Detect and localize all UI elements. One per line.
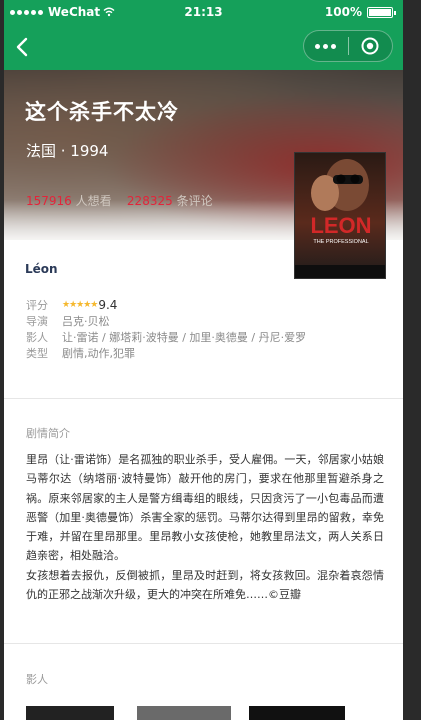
- rating-row: 评分 ★★★★★ 9.4: [26, 297, 306, 313]
- original-title: Léon: [25, 262, 58, 276]
- cast-value: 让·雷诺 / 娜塔莉·波特曼 / 加里·奥德曼 / 丹尼·爱罗: [62, 331, 307, 344]
- poster-image: LEON THE PROFESSIONAL: [295, 153, 385, 278]
- movie-country-year: 法国 · 1994: [26, 142, 109, 160]
- more-dots-icon: [315, 43, 337, 49]
- cast-section-heading: 影人: [26, 673, 48, 686]
- cast-row: 影人 让·雷诺 / 娜塔莉·波特曼 / 加里·奥德曼 / 丹尼·爱罗: [26, 329, 306, 345]
- target-close-icon: [361, 37, 379, 55]
- synopsis-paragraph: 女孩想着去报仇，反倒被抓，里昂及时赶到，将女孩救回。混杂着哀怨情仇的正邪之战渐次…: [26, 568, 384, 602]
- movie-stats: 157916 人想看 228325 条评论: [26, 192, 213, 209]
- close-button[interactable]: [348, 36, 392, 56]
- cast-photo[interactable]: [137, 706, 231, 720]
- rating-stars-icon: ★★★★★: [62, 300, 98, 310]
- cast-label: 影人: [26, 331, 48, 344]
- movie-info: 评分 ★★★★★ 9.4 导演 吕克·贝松 影人 让·雷诺 / 娜塔莉·波特曼 …: [26, 297, 306, 361]
- battery-group: 100%: [324, 5, 396, 19]
- director-label: 导演: [26, 315, 48, 328]
- mini-program-capsule: [303, 30, 393, 62]
- navigation-bar: [4, 24, 403, 70]
- director-value: 吕克·贝松: [62, 315, 110, 328]
- cast-photo[interactable]: [26, 706, 114, 720]
- comment-label: 条评论: [176, 194, 213, 208]
- more-button[interactable]: [304, 43, 348, 49]
- section-divider: [4, 398, 403, 399]
- rating-value: 9.4: [98, 298, 118, 312]
- movie-title: 这个杀手不太冷: [25, 100, 179, 124]
- wish-label: 人想看: [75, 194, 112, 208]
- back-button[interactable]: [12, 35, 34, 59]
- comment-count: 228325: [126, 194, 173, 208]
- director-row: 导演 吕克·贝松: [26, 313, 306, 329]
- genre-label: 类型: [26, 347, 48, 360]
- cast-photo[interactable]: [249, 706, 345, 720]
- synopsis-body: 里昂（让·雷诺饰）是名孤独的职业杀手，受人雇佣。一天，邻居家小姑娘马蒂尔达（纳塔…: [26, 450, 384, 604]
- battery-icon: [367, 6, 396, 18]
- poster-title: LEON: [310, 213, 371, 238]
- wish-count: 157916: [26, 194, 72, 208]
- rating-label: 评分: [26, 299, 48, 312]
- section-divider: [4, 643, 403, 644]
- battery-percent: 100%: [324, 5, 362, 19]
- phone-screen: WeChat 21:13 100% 这个杀手不太冷 法国 · 1994 1579…: [4, 0, 403, 720]
- genre-row: 类型 剧情,动作,犯罪: [26, 345, 306, 361]
- poster-subtitle: THE PROFESSIONAL: [313, 239, 368, 245]
- genre-value: 剧情,动作,犯罪: [62, 347, 135, 360]
- back-chevron-icon: [16, 37, 28, 57]
- movie-poster[interactable]: LEON THE PROFESSIONAL: [294, 152, 386, 279]
- synopsis-paragraph: 里昂（让·雷诺饰）是名孤独的职业杀手，受人雇佣。一天，邻居家小姑娘马蒂尔达（纳塔…: [26, 453, 384, 563]
- status-bar: WeChat 21:13 100%: [4, 0, 403, 24]
- synopsis-heading: 剧情简介: [26, 427, 70, 440]
